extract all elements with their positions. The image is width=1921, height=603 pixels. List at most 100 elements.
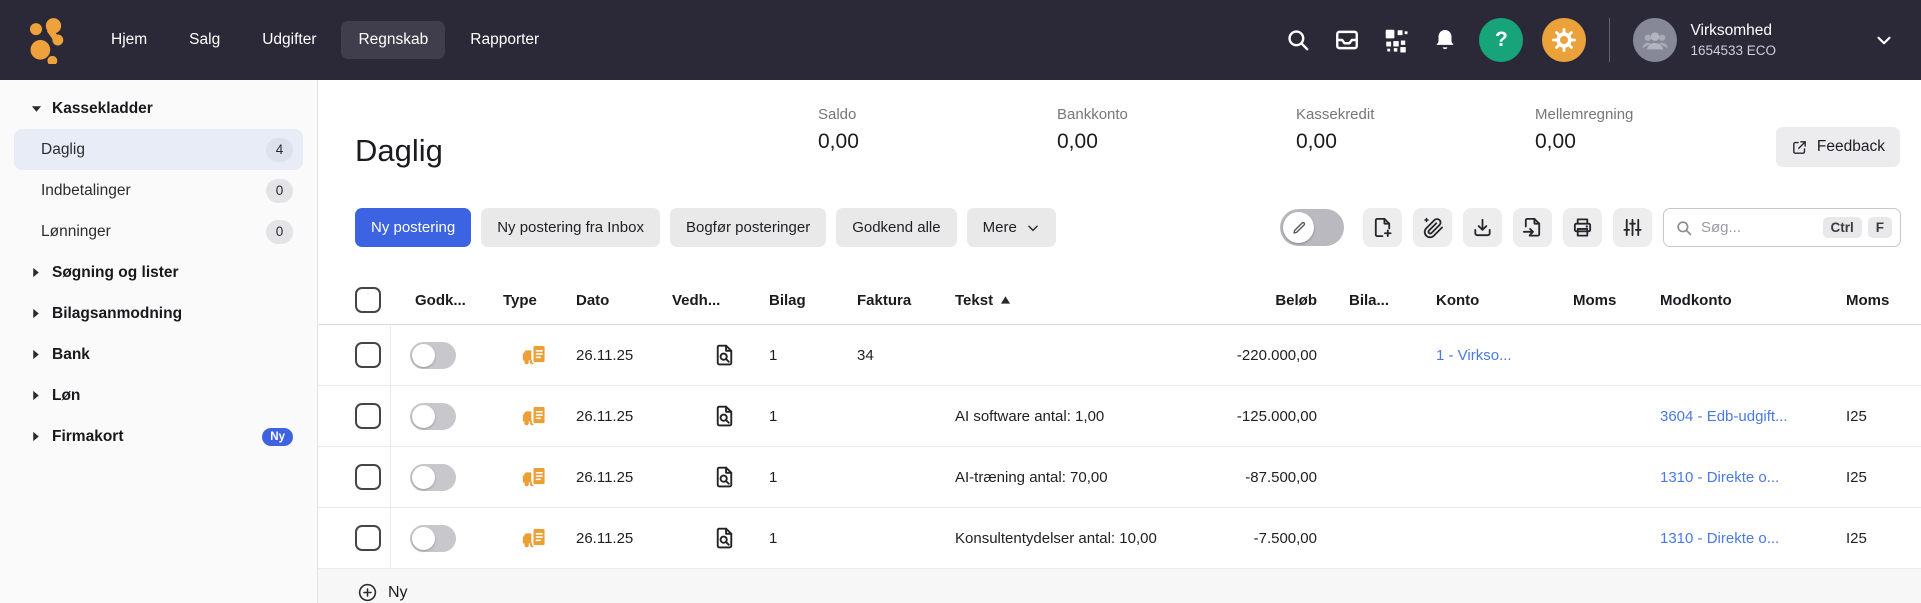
file-export-icon [1521,216,1544,239]
col-tekst[interactable]: Tekst [955,292,1203,309]
sidebar-section-bilagsanmodning[interactable]: Bilagsanmodning [14,293,303,334]
stat-value: 0,00 [1296,130,1535,154]
approve-all-button[interactable]: Godkend alle [836,208,956,247]
approve-toggle[interactable] [410,342,456,369]
col-bilag[interactable]: Bilag [769,292,857,309]
col-vedhaeftning[interactable]: Vedh... [672,292,769,309]
row-checkbox[interactable] [355,403,381,429]
nav-item-udgifter[interactable]: Udgifter [245,21,333,59]
row-checkbox[interactable] [355,342,381,368]
more-label: Mere [983,219,1017,236]
sidebar-section-kassekladder[interactable]: Kassekladder [14,88,303,129]
sidebar-section-lon[interactable]: Løn [14,375,303,416]
col-moms2[interactable]: Moms [1844,292,1903,309]
modkonto-link[interactable]: 1310 - Direkte o... [1660,530,1779,547]
external-link-icon [1791,139,1808,156]
attachment-preview-button[interactable] [712,525,737,551]
sidebar-item-label: Lønninger [41,223,111,241]
edit-mode-toggle[interactable] [1280,209,1344,246]
export-document-button[interactable] [1513,208,1552,247]
add-row-label: Ny [388,584,408,602]
col-beloeb[interactable]: Beløb [1203,292,1349,309]
row-bilag: 1 [769,347,857,364]
help-button[interactable]: ? [1479,18,1523,62]
chevron-down-icon [1026,221,1040,235]
nav-item-rapporter[interactable]: Rapporter [453,21,556,59]
new-entry-button[interactable]: Ny postering [355,208,471,247]
sidebar-item-lonninger[interactable]: Lønninger 0 [14,211,303,252]
new-entry-from-inbox-button[interactable]: Ny postering fra Inbox [481,208,660,247]
sidebar-section-label: Bank [52,346,90,364]
app-logo-icon[interactable] [26,16,72,64]
row-dato: 26.11.25 [576,469,672,486]
sidebar: Kassekladder Daglig 4 Indbetalinger 0 Lø… [0,80,318,603]
bell-icon[interactable] [1430,25,1460,55]
col-dato[interactable]: Dato [576,292,672,309]
nav-item-salg[interactable]: Salg [172,21,237,59]
search-icon[interactable] [1283,25,1313,55]
sidebar-section-bank[interactable]: Bank [14,334,303,375]
stat-value: 0,00 [1057,130,1296,154]
col-faktura[interactable]: Faktura [857,292,955,309]
feedback-button[interactable]: Feedback [1776,127,1900,167]
row-dato: 26.11.25 [576,347,672,364]
attachment-preview-button[interactable] [712,464,737,490]
new-document-button[interactable] [1363,208,1402,247]
account-menu[interactable]: Virksomhed 1654533 ECO [1633,18,1776,62]
col-modkonto[interactable]: Modkonto [1660,292,1844,309]
col-godkendt[interactable]: Godk... [391,292,503,309]
balance-stats: Saldo 0,00 Bankkonto 0,00 Kassekredit 0,… [818,106,1774,154]
file-plus-icon [1371,216,1394,239]
row-faktura: 34 [857,347,955,364]
konto-link[interactable]: 1 - Virkso... [1436,347,1512,364]
row-checkbox[interactable] [355,464,381,490]
sort-asc-icon [1000,295,1011,305]
account-name: Virksomhed [1690,22,1776,40]
approve-toggle[interactable] [410,525,456,552]
row-tekst: AI-træning antal: 70,00 [955,469,1203,486]
caret-right-icon [30,308,42,319]
col-type[interactable]: Type [503,292,576,309]
col-bilag2[interactable]: Bila... [1349,292,1436,309]
sidebar-section-sogning-og-lister[interactable]: Søgning og lister [14,252,303,293]
attachment-button[interactable] [1413,208,1452,247]
type-supplier-invoice-icon [503,524,576,552]
col-moms[interactable]: Moms [1571,292,1660,309]
download-button[interactable] [1463,208,1502,247]
attachment-preview-button[interactable] [712,342,737,368]
approve-toggle[interactable] [410,403,456,430]
stat-label: Mellemregning [1535,106,1774,123]
print-button[interactable] [1563,208,1602,247]
nav-item-regnskab[interactable]: Regnskab [341,21,445,59]
sidebar-section-firmakort[interactable]: Firmakort Ny [14,416,303,457]
modkonto-link[interactable]: 3604 - Edb-udgift... [1660,408,1788,425]
sidebar-item-daglig[interactable]: Daglig 4 [14,129,303,170]
inbox-icon[interactable] [1332,25,1362,55]
caret-right-icon [30,349,42,360]
apps-grid-icon[interactable] [1381,25,1411,55]
settings-button[interactable] [1542,18,1586,62]
nav-item-hjem[interactable]: Hjem [94,21,164,59]
more-button[interactable]: Mere [967,208,1056,247]
account-id: 1654533 ECO [1690,43,1776,58]
table-row: 26.11.25 1 Konsultentydelser antal: 10,0… [318,508,1921,569]
row-moms2: I25 [1844,530,1903,547]
row-tekst: Konsultentydelser antal: 10,00 [955,530,1203,547]
sidebar-item-indbetalinger[interactable]: Indbetalinger 0 [14,170,303,211]
account-chevron-down-icon[interactable] [1873,29,1895,51]
type-supplier-invoice-icon [503,463,576,491]
column-settings-button[interactable] [1613,208,1652,247]
search-input[interactable] [1701,219,1815,236]
row-dato: 26.11.25 [576,530,672,547]
select-all-checkbox[interactable] [355,287,381,313]
row-checkbox[interactable] [355,525,381,551]
post-entries-button[interactable]: Bogfør posteringer [670,208,826,247]
attachment-preview-button[interactable] [712,403,737,429]
add-row-button[interactable]: Ny [357,582,408,603]
circle-plus-icon [357,582,378,603]
count-badge: 4 [266,138,293,162]
col-konto[interactable]: Konto [1436,292,1571,309]
modkonto-link[interactable]: 1310 - Direkte o... [1660,469,1779,486]
approve-toggle[interactable] [410,464,456,491]
table-search: Ctrl F [1663,208,1901,247]
